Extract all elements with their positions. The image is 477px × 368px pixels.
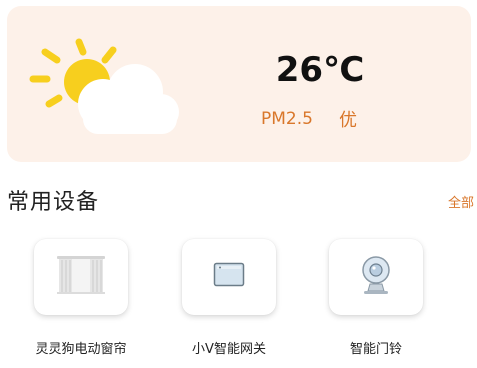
home-screen: 26℃ PM2.5 优 常用设备 全部 灵灵狗电动窗帘 小V智能网关 智能门铃	[0, 0, 477, 368]
sun-behind-cloud-icon	[27, 32, 187, 142]
weather-card[interactable]: 26℃ PM2.5 优	[7, 6, 471, 162]
temperature: 26℃	[275, 50, 365, 90]
device-card-curtain[interactable]: 灵灵狗电动窗帘	[11, 239, 151, 357]
section-title: 常用设备	[7, 190, 100, 215]
curtain-icon	[55, 255, 107, 299]
aqi-label: PM2.5	[261, 109, 313, 129]
device-label: 灵灵狗电动窗帘	[35, 342, 127, 357]
see-all-link[interactable]: 全部	[448, 192, 474, 211]
device-tile[interactable]	[34, 239, 128, 315]
doorbell-camera-icon	[359, 255, 393, 299]
device-card-gateway[interactable]: 小V智能网关	[159, 239, 299, 357]
device-card-doorbell[interactable]: 智能门铃	[306, 239, 446, 357]
air-quality: PM2.5 优	[261, 106, 357, 132]
device-label: 智能门铃	[349, 342, 402, 357]
device-label: 小V智能网关	[192, 342, 266, 357]
device-tile[interactable]	[182, 239, 276, 315]
gateway-icon	[213, 262, 245, 292]
device-tile[interactable]	[329, 239, 423, 315]
aqi-level: 优	[338, 110, 357, 131]
